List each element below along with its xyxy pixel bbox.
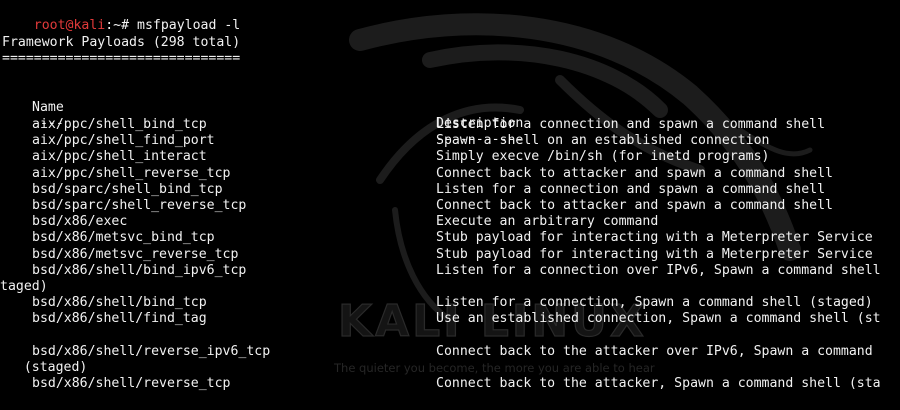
wrapped-line: (staged) bbox=[0, 360, 900, 376]
output-heading: Framework Payloads (298 total) bbox=[2, 35, 241, 50]
prompt-path: :~# bbox=[105, 18, 130, 34]
table-row: bsd/x86/shell/bind_tcp Listen for a conne… bbox=[0, 295, 900, 311]
table-row: bsd/x86/metsvc_bind_tcp Stub payload for … bbox=[0, 230, 900, 246]
payload-description: Listen for a connection over IPv6, Spawn… bbox=[436, 262, 881, 278]
payload-name: bsd/x86/shell/reverse_ipv6_tcp bbox=[32, 343, 271, 359]
wrapped-text: taged) bbox=[0, 279, 48, 294]
table-row: bsd/x86/shell/reverse_ipv6_tcp Connect ba… bbox=[0, 344, 900, 360]
command-text: msfpayload -l bbox=[137, 18, 241, 34]
terminal-window[interactable]: KALI LINUX The quieter you become, the m… bbox=[0, 0, 900, 410]
payload-name: bsd/x86/shell/bind_ipv6_tcp bbox=[32, 262, 247, 278]
payload-name: aix/ppc/shell_reverse_tcp bbox=[32, 165, 231, 181]
payload-name: bsd/sparc/shell_reverse_tcp bbox=[32, 198, 247, 213]
table-row: bsd/sparc/shell_reverse_tcp Connect back … bbox=[0, 198, 900, 214]
payload-description: Stub payload for interacting with a Mete… bbox=[436, 246, 873, 262]
payload-description: Connect back to the attacker, Spawn a co… bbox=[436, 376, 881, 392]
payload-name: bsd/x86/shell/reverse_tcp bbox=[32, 376, 231, 392]
table-row: bsd/sparc/shell_bind_tcp Listen for a con… bbox=[0, 182, 900, 198]
table-row: bsd/x86/shell/bind_ipv6_tcp Listen for a … bbox=[0, 263, 900, 279]
payload-name: bsd/x86/metsvc_bind_tcp bbox=[32, 230, 215, 246]
prompt-line: root@kali:~# msfpayload -l bbox=[2, 2, 240, 33]
table-row: aix/ppc/shell_reverse_tcp Connect back to… bbox=[0, 166, 900, 182]
table-row: bsd/x86/metsvc_reverse_tcp Stub payload f… bbox=[0, 247, 900, 263]
table-row: aix/ppc/shell_find_port Spawn a shell on … bbox=[0, 133, 900, 149]
wrapped-text: (staged) bbox=[0, 360, 88, 375]
payload-description: Listen for a connection and spawn a comm… bbox=[436, 181, 826, 197]
table-row: aix/ppc/shell_bind_tcp Listen for a conne… bbox=[0, 117, 900, 133]
payload-description: Listen for a connection, Spawn a command… bbox=[436, 295, 873, 311]
payload-description: Stub payload for interacting with a Mete… bbox=[436, 230, 873, 246]
wrapped-line: taged) bbox=[0, 279, 900, 295]
payload-name: bsd/x86/metsvc_reverse_tcp bbox=[32, 246, 239, 262]
payload-name: aix/ppc/shell_interact bbox=[32, 149, 207, 165]
payload-description: Simply execve /bin/sh (for inetd program… bbox=[436, 149, 770, 165]
table-header-rule: ---- ----------- bbox=[0, 100, 900, 147]
payload-description: Execute an arbitrary command bbox=[436, 214, 659, 230]
output-heading-rule: ============================== bbox=[2, 51, 241, 66]
payload-name: bsd/sparc/shell_bind_tcp bbox=[32, 181, 223, 197]
payload-name: bsd/x86/exec bbox=[32, 214, 128, 230]
payload-description: Connect back to the attacker over IPv6, … bbox=[436, 343, 873, 359]
payload-name: bsd/x86/shell/find_tag bbox=[32, 311, 207, 327]
table-header: Name Description bbox=[0, 84, 900, 131]
payload-description: Use an established connection, Spawn a c… bbox=[436, 311, 881, 327]
prompt-user-host: root@kali bbox=[33, 18, 106, 34]
payload-name: aix/ppc/shell_bind_tcp bbox=[32, 117, 207, 132]
table-row: bsd/x86/shell/find_tag Use an established… bbox=[0, 311, 900, 327]
payload-description: Connect back to attacker and spawn a com… bbox=[436, 165, 833, 181]
payload-description: Spawn a shell on an established connecti… bbox=[436, 133, 770, 149]
payload-name: bsd/x86/shell/bind_tcp bbox=[32, 295, 207, 311]
payload-description: Connect back to attacker and spawn a com… bbox=[436, 198, 833, 213]
table-row: bsd/x86/exec Execute an arbitrary command bbox=[0, 214, 900, 230]
payload-description: Listen for a connection and spawn a comm… bbox=[436, 117, 826, 132]
table-row: aix/ppc/shell_interact Simply execve /bin… bbox=[0, 149, 900, 165]
payload-name: aix/ppc/shell_find_port bbox=[32, 133, 215, 149]
table-row: bsd/x86/shell/reverse_tcp Connect back to… bbox=[0, 376, 900, 392]
